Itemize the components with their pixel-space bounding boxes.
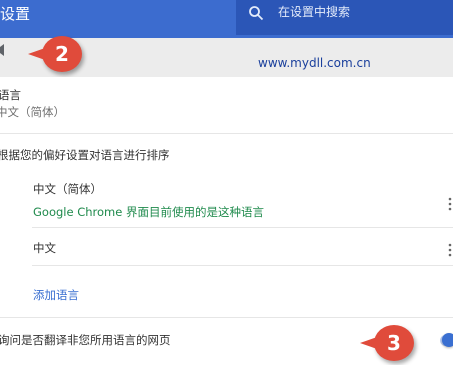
toggle-knob — [442, 333, 453, 347]
divider — [0, 317, 453, 318]
language-current-value: 中文（简体） — [0, 105, 65, 119]
callout-marker-3: 3 — [360, 325, 414, 361]
languages-card: 语言 中文（简体） 根据您的偏好设置对语言进行排序 中文（简体） Google … — [0, 77, 453, 365]
translate-prompt-label: 询问是否翻译非您所用语言的网页 — [0, 333, 171, 347]
divider — [32, 227, 453, 228]
more-options-icon[interactable] — [447, 197, 453, 211]
callout-marker-2: 2 — [28, 36, 82, 72]
language-label: 语言 — [0, 88, 21, 102]
search-input[interactable]: 在设置中搜索 — [278, 3, 350, 21]
language-sort-hint: 根据您的偏好设置对语言进行排序 — [0, 148, 170, 162]
language-item-name: 中文（简体） — [33, 182, 102, 196]
divider — [0, 133, 453, 134]
language-item-name: 中文 — [33, 241, 56, 255]
translate-toggle[interactable] — [440, 333, 453, 347]
watermark-text: www.mydll.com.cn — [258, 56, 371, 70]
more-options-icon[interactable] — [447, 243, 453, 257]
search-box[interactable]: 在设置中搜索 — [236, 0, 453, 35]
page-title: 设置 — [0, 5, 31, 23]
search-icon — [249, 6, 264, 21]
add-language-link[interactable]: 添加语言 — [33, 287, 79, 303]
back-arrow-icon[interactable] — [0, 44, 4, 56]
language-item-subtitle: Google Chrome 界面目前使用的是这种语言 — [33, 205, 264, 219]
divider — [32, 265, 453, 266]
settings-header: 设置 在设置中搜索 — [0, 0, 453, 38]
